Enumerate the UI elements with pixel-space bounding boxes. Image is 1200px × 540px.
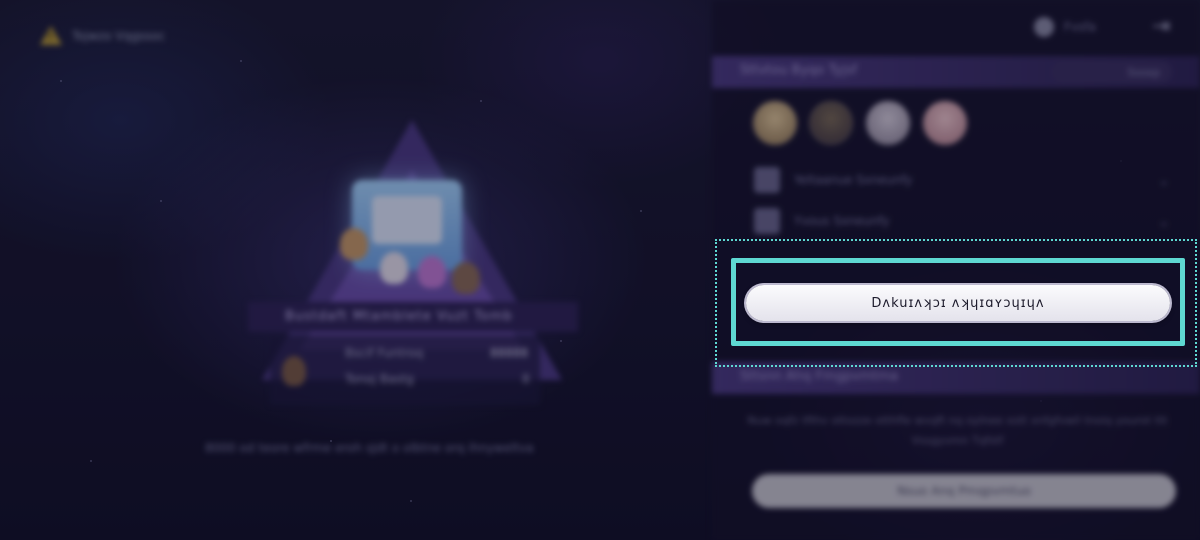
primary-action-button[interactable]: Dʌkuɪʌʞɔɪ ʌʞɥɪɑʏɔɥɪɥʌ: [746, 285, 1170, 321]
game-screen: Tojwzo Vqgssoc Bustdaft Mtamblete Vuzt T…: [0, 0, 1200, 540]
